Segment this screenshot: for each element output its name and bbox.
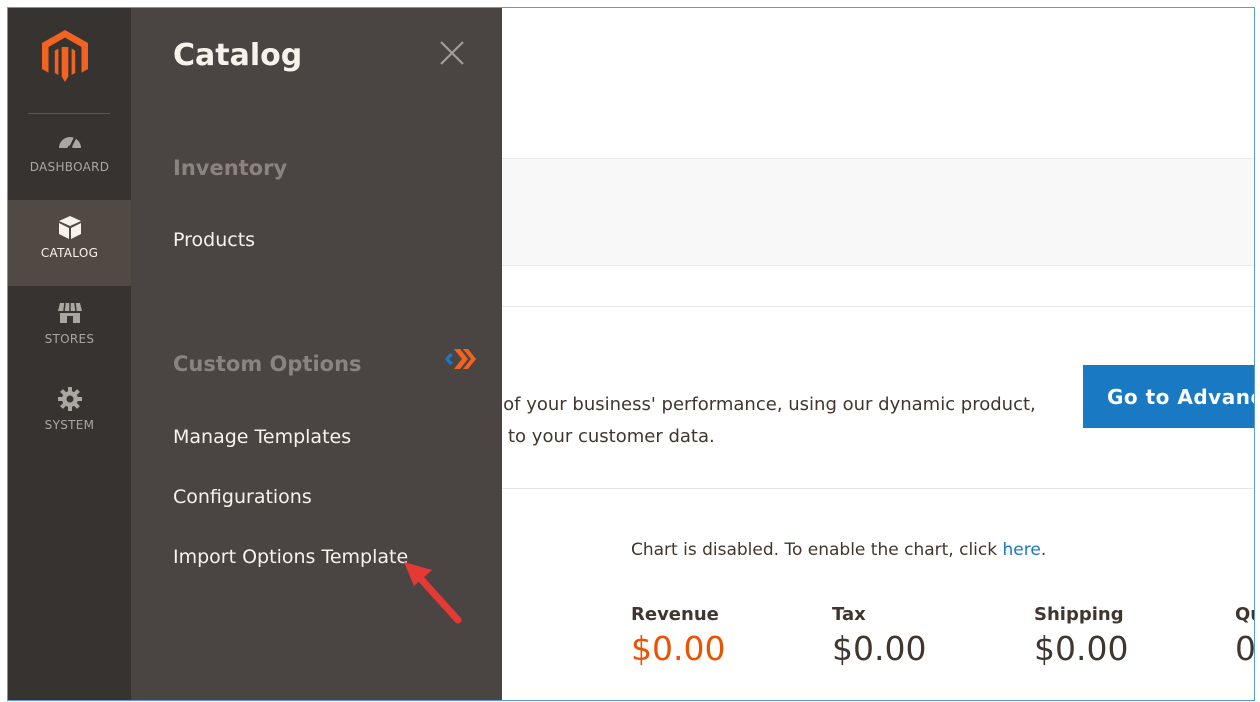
- menu-item-products[interactable]: Products: [173, 229, 255, 251]
- stat-value: 0: [1235, 629, 1255, 668]
- stat-value: $0.00: [1034, 629, 1129, 668]
- enable-chart-link[interactable]: here: [1003, 540, 1041, 560]
- dashboard-icon: [57, 128, 83, 154]
- menu-item-manage-templates[interactable]: Manage Templates: [173, 426, 351, 448]
- nav-item-stores[interactable]: STORES: [8, 286, 131, 372]
- annotation-arrow-icon: [398, 556, 468, 628]
- stat-label: Shipping: [1034, 604, 1124, 625]
- extension-chevrons-icon: [443, 346, 477, 372]
- go-to-advanced-reporting-button[interactable]: Go to Advanc: [1083, 365, 1254, 428]
- menu-item-import-options-template[interactable]: Import Options Template: [173, 546, 408, 568]
- stat-shipping: Shipping $0.00: [1034, 604, 1128, 668]
- close-icon[interactable]: [437, 38, 467, 68]
- section-heading-custom-options: Custom Options: [173, 352, 362, 376]
- nav-item-label: SYSTEM: [44, 418, 95, 432]
- nav-item-label: CATALOG: [40, 246, 99, 260]
- stores-icon: [57, 300, 83, 326]
- catalog-box-icon: [57, 214, 83, 240]
- admin-sidebar: DASHBOARD CATALOG STORES SYSTEM: [8, 8, 131, 700]
- stat-label: Qu: [1235, 604, 1254, 625]
- nav-item-catalog[interactable]: CATALOG: [8, 200, 131, 286]
- menu-item-configurations[interactable]: Configurations: [173, 486, 312, 508]
- stat-label: Revenue: [631, 604, 719, 625]
- section-heading-inventory: Inventory: [173, 156, 288, 180]
- nav-item-system[interactable]: SYSTEM: [8, 372, 131, 458]
- nav-item-dashboard[interactable]: DASHBOARD: [8, 114, 131, 200]
- stat-label: Tax: [832, 604, 866, 625]
- stat-quantity: Qu 0: [1235, 604, 1255, 668]
- system-gear-icon: [57, 386, 83, 412]
- stat-tax: Tax $0.00: [832, 604, 926, 668]
- intro-text-line-1: d of your business' performance, using o…: [486, 394, 1036, 415]
- nav-item-label: STORES: [44, 332, 95, 346]
- magento-logo-icon[interactable]: [42, 30, 88, 82]
- flyout-title: Catalog: [173, 38, 303, 73]
- stat-value: $0.00: [832, 629, 927, 668]
- chart-disabled-note: Chart is disabled. To enable the chart, …: [631, 540, 1047, 560]
- admin-window: d of your business' performance, using o…: [7, 7, 1255, 701]
- stat-value: $0.00: [631, 629, 726, 668]
- intro-text-line-2: to your customer data.: [508, 426, 715, 447]
- stat-revenue: Revenue $0.00: [631, 604, 725, 668]
- nav-item-label: DASHBOARD: [29, 160, 110, 174]
